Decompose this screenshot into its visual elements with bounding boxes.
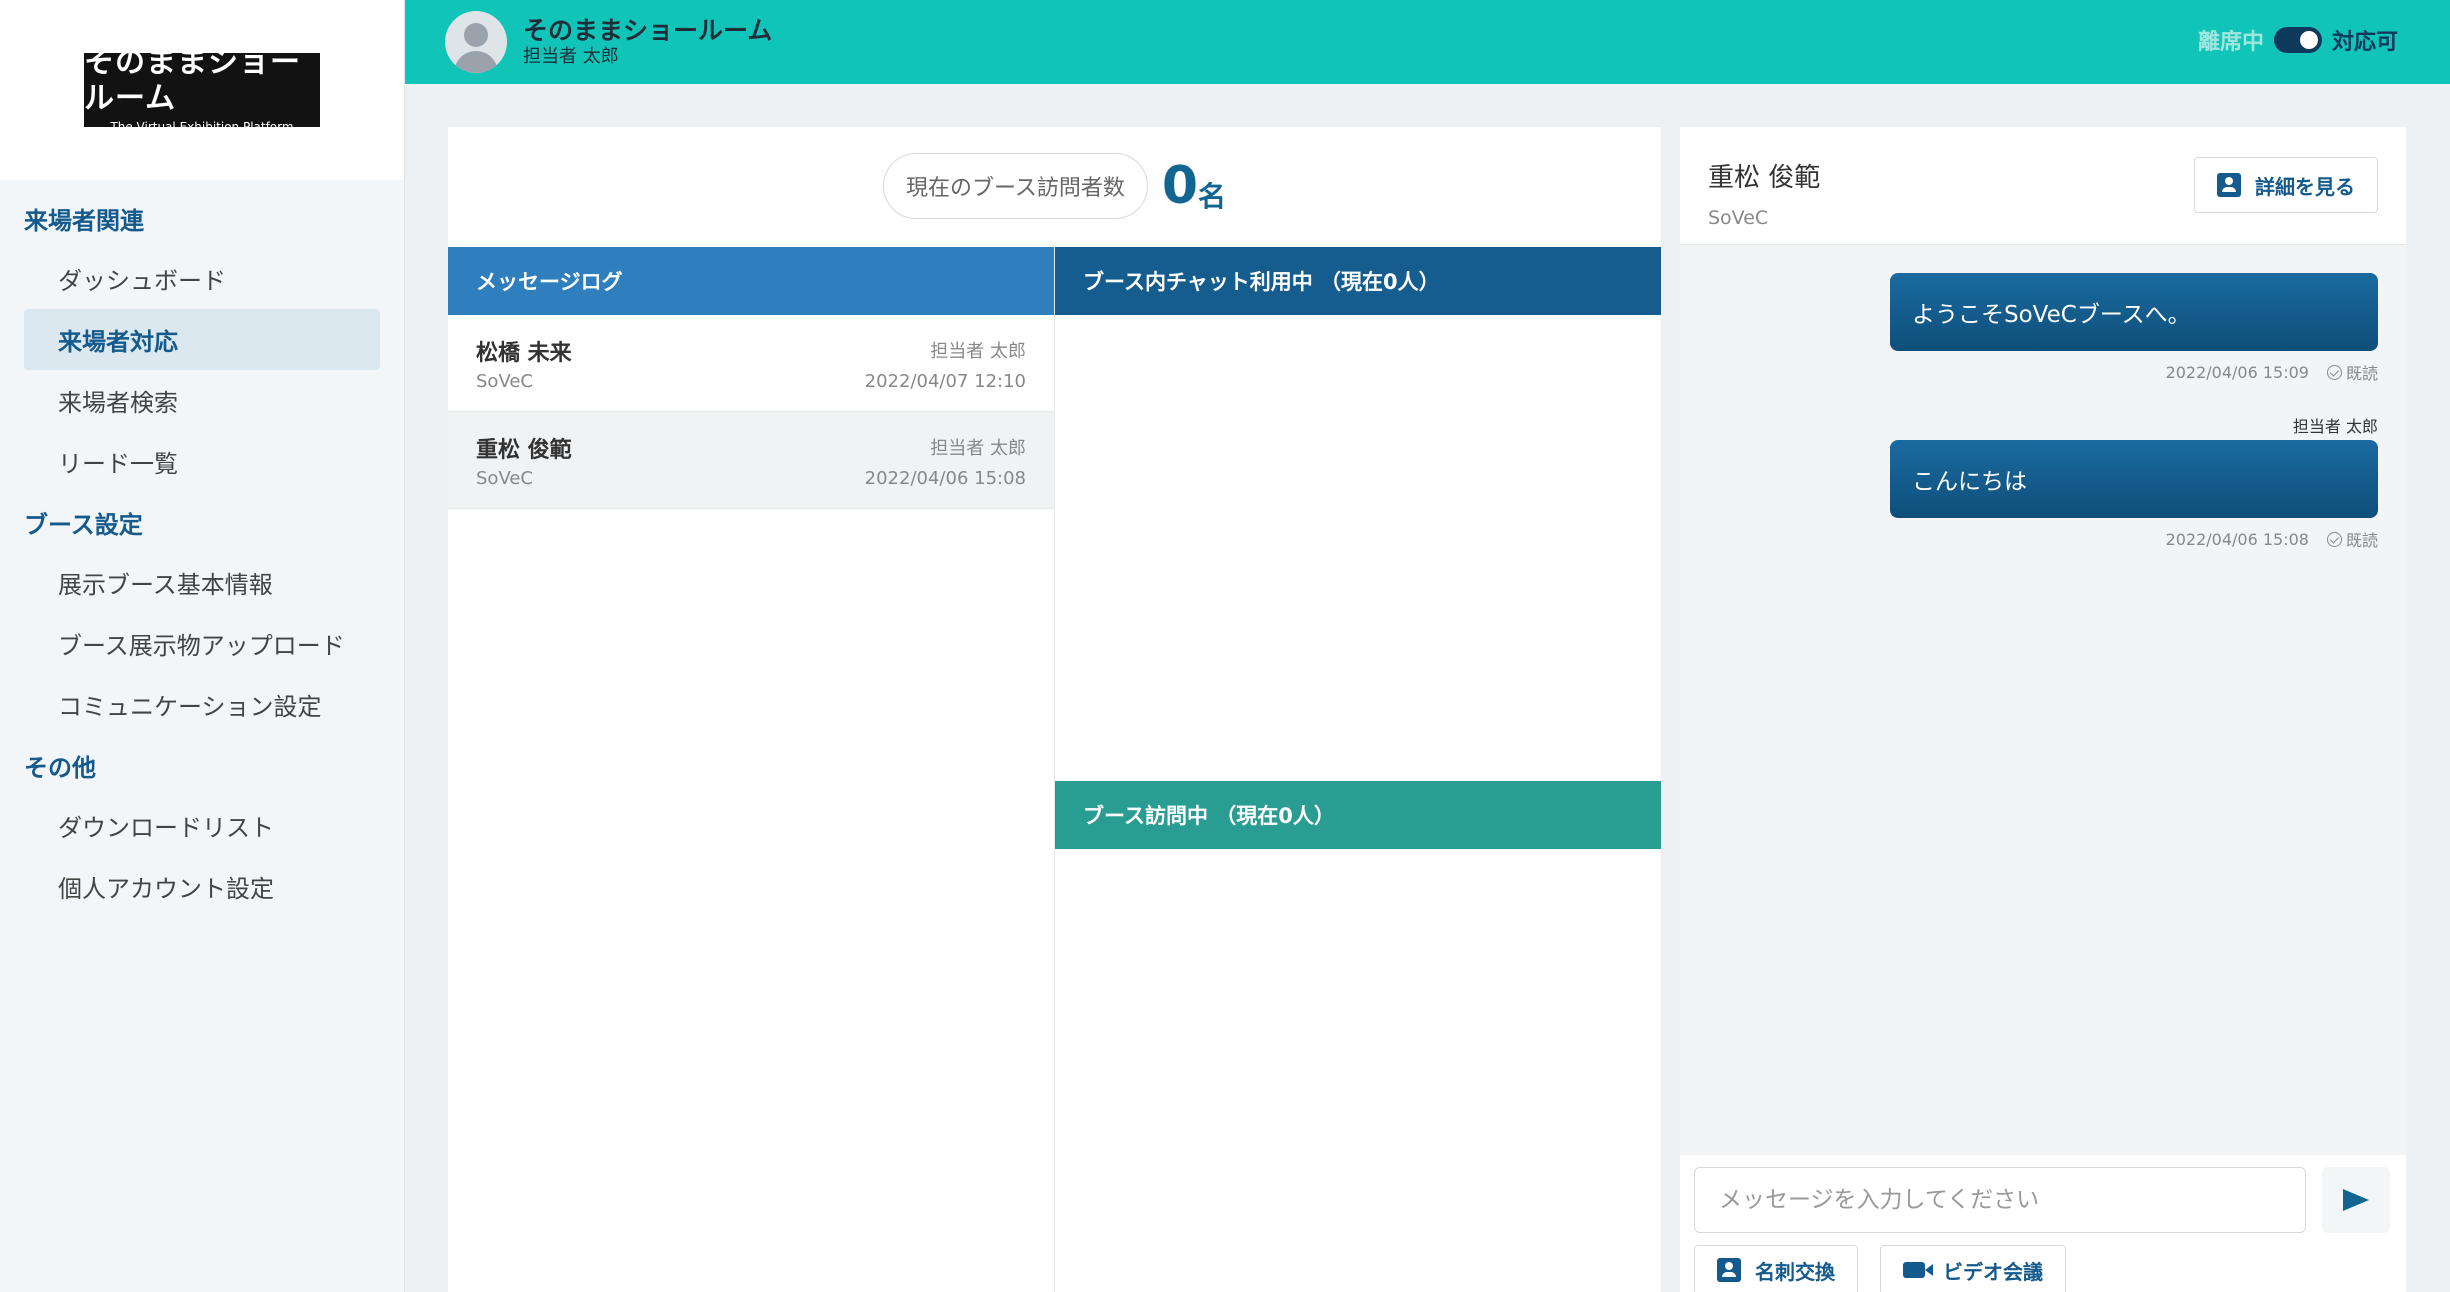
- chat-message-sender: 担当者 太郎: [2292, 417, 2378, 436]
- chat-message-text: こんにちは: [1912, 469, 2027, 495]
- sidebar-nav: 来場者関連 ダッシュボード 来場者対応 来場者検索 リード一覧 ブース設定 展示…: [0, 180, 404, 917]
- nav-section-booth: ブース設定: [24, 510, 143, 539]
- log-visitor-company: SoVeC: [476, 468, 533, 489]
- visitor-count-label: 現在のブース訪問者数: [882, 153, 1148, 219]
- status-available-label: 対応可: [2331, 30, 2398, 55]
- chat-message-status: 既読: [2345, 531, 2378, 550]
- log-staff-name: 担当者 太郎: [930, 341, 1026, 362]
- visitor-count-unit: 名: [1198, 180, 1227, 213]
- header-text: そのままショールーム 担当者 太郎: [523, 16, 772, 68]
- message-log-row[interactable]: 松橋 未来 SoVeC 担当者 太郎 2022/04/07 12:10: [448, 315, 1054, 412]
- logo[interactable]: そのままショールーム The Virtual Exhibition Platfo…: [84, 45, 320, 134]
- video-call-button[interactable]: ビデオ会議: [1880, 1245, 2066, 1292]
- logo-sub-text: The Virtual Exhibition Platform: [110, 120, 294, 134]
- contact-card-icon: [1717, 1258, 1741, 1282]
- nav-section-other: その他: [24, 753, 96, 782]
- message-log-header: メッセージログ: [448, 247, 1054, 315]
- send-icon: [2343, 1189, 2369, 1211]
- log-timestamp: 2022/04/06 15:08: [864, 468, 1026, 489]
- header-title: そのままショールーム: [523, 16, 773, 45]
- sidebar-item-booth-info[interactable]: 展示ブース基本情報: [24, 552, 380, 613]
- booth-chat-column: ブース内チャット利用中 （現在0人）: [1055, 247, 1661, 782]
- log-visitor-name: 重松 俊範: [476, 438, 572, 463]
- message-composer: 名刺交換 ビデオ会議: [1680, 1155, 2406, 1292]
- chat-message: ようこそSoVeCブースへ。: [1890, 273, 2378, 351]
- booth-visit-header: ブース訪問中 （現在0人）: [1055, 781, 1661, 849]
- avatar-head-icon: [464, 23, 488, 47]
- sidebar-item-visitor-search[interactable]: 来場者検索: [24, 370, 380, 431]
- chat-message: こんにちは: [1890, 440, 2378, 518]
- conversation-visitor-name: 重松 俊範: [1708, 163, 1821, 193]
- avatar: [445, 11, 507, 73]
- view-details-label: 詳細を見る: [2255, 174, 2355, 199]
- message-log-column: メッセージログ 松橋 未来 SoVeC 担当者 太郎 2022/04/07 12…: [448, 247, 1055, 1292]
- sidebar-item-exhibit-upload[interactable]: ブース展示物アップロード: [24, 613, 380, 674]
- booth-chat-header: ブース内チャット利用中 （現在0人）: [1055, 247, 1661, 315]
- conversation-panel: 重松 俊範 SoVeC 詳細を見る ようこそSoVeCブースへ。 2022/04…: [1680, 127, 2406, 1292]
- message-input[interactable]: [1694, 1167, 2306, 1233]
- log-timestamp: 2022/04/07 12:10: [864, 371, 1026, 392]
- chat-message-meta: 2022/04/06 15:08 既読: [2166, 527, 2378, 551]
- avatar-body-icon: [454, 51, 498, 73]
- sidebar: そのままショールーム The Virtual Exhibition Platfo…: [0, 0, 405, 1292]
- logo-area: そのままショールーム The Virtual Exhibition Platfo…: [0, 0, 404, 180]
- chat-message-meta: 2022/04/06 15:09 既読: [2166, 360, 2378, 384]
- sidebar-item-visitor-handling[interactable]: 来場者対応: [24, 309, 380, 370]
- chat-message-time: 2022/04/06 15:08: [2165, 529, 2309, 549]
- sidebar-item-download-list[interactable]: ダウンロードリスト: [24, 795, 380, 856]
- card-exchange-label: 名刺交換: [1755, 1259, 1835, 1284]
- sidebar-item-dashboard[interactable]: ダッシュボード: [24, 248, 380, 309]
- header-subtitle: 担当者 太郎: [523, 46, 619, 67]
- video-call-label: ビデオ会議: [1943, 1259, 2043, 1284]
- availability-toggle[interactable]: [2273, 27, 2322, 53]
- sidebar-item-lead-list[interactable]: リード一覧: [24, 431, 380, 492]
- visitor-count-number: 0: [1161, 156, 1199, 216]
- nav-section-visitors: 来場者関連: [24, 206, 144, 235]
- logo-main-text: そのままショールーム: [84, 45, 301, 116]
- read-check-icon: [2326, 531, 2342, 547]
- visitor-panel: 現在のブース訪問者数 0 名 メッセージログ 松橋 未来 SoVeC 担当者 太…: [448, 127, 1661, 1292]
- conversation-visitor-company: SoVeC: [1708, 207, 1769, 229]
- conversation-header: 重松 俊範 SoVeC 詳細を見る: [1680, 127, 2406, 245]
- chat-message-status: 既読: [2345, 364, 2378, 383]
- availability-status: 離席中 対応可: [2198, 24, 2398, 56]
- message-log-row[interactable]: 重松 俊範 SoVeC 担当者 太郎 2022/04/06 15:08: [448, 412, 1054, 509]
- sidebar-item-communication-settings[interactable]: コミュニケーション設定: [24, 674, 380, 735]
- send-button[interactable]: [2322, 1167, 2390, 1233]
- toggle-knob: [2299, 31, 2318, 49]
- contact-card-icon: [2217, 173, 2241, 197]
- chat-message-time: 2022/04/06 15:09: [2165, 362, 2309, 382]
- top-header: そのままショールーム 担当者 太郎 離席中 対応可: [405, 0, 2450, 84]
- card-exchange-button[interactable]: 名刺交換: [1694, 1245, 1858, 1292]
- booth-visit-column: ブース訪問中 （現在0人）: [1055, 781, 1661, 1292]
- status-away-label: 離席中: [2197, 30, 2264, 55]
- log-staff-name: 担当者 太郎: [930, 438, 1026, 459]
- read-check-icon: [2326, 364, 2342, 380]
- log-visitor-company: SoVeC: [476, 371, 533, 392]
- log-visitor-name: 松橋 未来: [476, 341, 572, 366]
- visitor-count: 現在のブース訪問者数 0 名: [448, 153, 1661, 219]
- video-camera-icon: [1903, 1262, 1933, 1278]
- chat-message-text: ようこそSoVeCブースへ。: [1912, 302, 2191, 328]
- view-details-button[interactable]: 詳細を見る: [2194, 157, 2378, 213]
- sidebar-item-account-settings[interactable]: 個人アカウント設定: [24, 856, 380, 917]
